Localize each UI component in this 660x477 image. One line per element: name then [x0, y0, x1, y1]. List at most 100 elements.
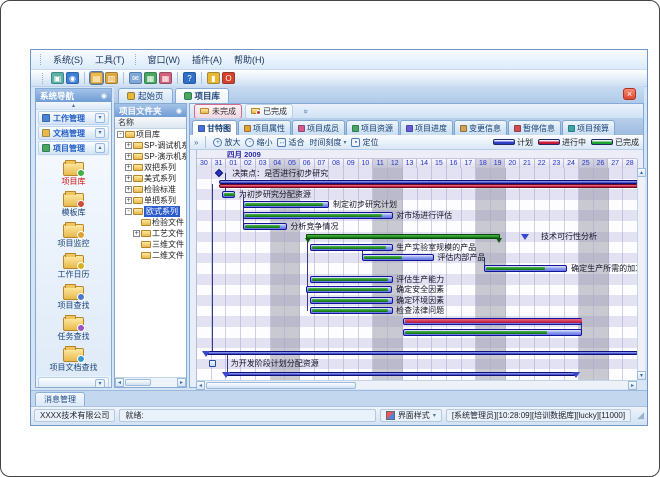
scroll-right-icon[interactable]: ▸: [628, 381, 637, 390]
gantt-phase-bar[interactable]: [306, 234, 500, 239]
gantt-task-bar[interactable]: [222, 191, 235, 198]
menu-item-3[interactable]: 插件(A): [186, 51, 228, 68]
gantt-rollup-bar[interactable]: [206, 351, 638, 355]
toolbar-globe-icon[interactable]: ◉: [66, 72, 79, 84]
menu-item-1[interactable]: 工具(T): [89, 51, 131, 68]
chevron-down-icon[interactable]: ▾: [95, 128, 105, 138]
menu-item-0[interactable]: 系统(S): [47, 51, 89, 68]
tab-project-budget[interactable]: 项目预算: [562, 120, 615, 135]
tree-horizontal-scrollbar[interactable]: ◂ ▸: [115, 377, 186, 387]
sidebar-item-template-library[interactable]: 模板库: [36, 190, 111, 221]
expand-icon[interactable]: +: [125, 175, 132, 182]
chevron-down-icon[interactable]: ▾: [95, 113, 105, 123]
sidebar-item-project-search[interactable]: 项目查找: [36, 283, 111, 314]
tree-node[interactable]: +美式系列: [115, 173, 186, 184]
tree-node[interactable]: +SP-调试机系: [115, 140, 186, 151]
expand-icon[interactable]: +: [125, 186, 132, 193]
gantt-task-bar[interactable]: [310, 244, 392, 251]
gantt-task-bar[interactable]: [310, 297, 392, 304]
scroll-right-icon[interactable]: ▸: [177, 378, 186, 387]
gantt-task-bar[interactable]: [306, 286, 393, 293]
gantt-task-bar[interactable]: [243, 201, 330, 208]
pin-icon[interactable]: ◉: [101, 92, 107, 100]
tree-node[interactable]: 三维文件: [115, 239, 186, 250]
toolbar-help-icon[interactable]: ?: [183, 72, 196, 84]
gantt-task-bar[interactable]: [362, 254, 434, 261]
tree-node[interactable]: +双把系列: [115, 162, 186, 173]
gantt-rollup-bar[interactable]: [226, 372, 576, 376]
toolbar-folder-open-icon[interactable]: ▤: [90, 72, 103, 84]
gantt-task-bar[interactable]: [243, 212, 393, 219]
expand-icon[interactable]: +: [125, 142, 132, 149]
pin-icon[interactable]: ◉: [176, 107, 182, 115]
gantt-task-bar[interactable]: [484, 265, 568, 272]
toolbar-lock-icon[interactable]: ▮: [207, 72, 220, 84]
gantt-pentagon-milestone[interactable]: [521, 234, 529, 240]
sidebar-item-work-calendar[interactable]: 工作日历: [36, 252, 111, 283]
tab-home[interactable]: 起始页: [118, 88, 173, 103]
menu-item-4[interactable]: 帮助(H): [228, 51, 271, 68]
gantt-horizontal-scrollbar[interactable]: ◂ ▸: [196, 380, 637, 389]
filter-unfinished-button[interactable]: 未完成: [194, 104, 242, 119]
tab-project-progress[interactable]: 项目进度: [400, 120, 453, 135]
tree-node[interactable]: -欧式系列: [115, 206, 186, 217]
collapse-icon[interactable]: -: [117, 131, 124, 138]
chevron-down-icon[interactable]: ▾: [95, 379, 105, 388]
scrollbar-thumb[interactable]: [125, 379, 151, 386]
gantt-task-bar[interactable]: [243, 223, 287, 230]
gantt-node[interactable]: [209, 360, 216, 367]
expand-icon[interactable]: +: [133, 230, 140, 237]
sidebar-item-project-monitor[interactable]: 项目监控: [36, 221, 111, 252]
scroll-up-icon[interactable]: ▴: [637, 168, 646, 177]
sidebar-item-project-library[interactable]: 项目库: [36, 159, 111, 190]
toolbar-exit-icon[interactable]: O: [222, 72, 235, 84]
time-scale-button[interactable]: 时间刻度▾: [309, 137, 346, 148]
toolbar-grid-red-icon[interactable]: ▦: [159, 72, 172, 84]
menu-item-2[interactable]: 窗口(W): [142, 51, 187, 68]
tree-node[interactable]: -项目库: [115, 129, 186, 140]
fit-button[interactable]: ↔适合: [277, 137, 304, 148]
nav-group-clipped[interactable]: ▾: [38, 377, 109, 388]
sidebar-item-project-doc-search[interactable]: 项目文档查找: [36, 345, 111, 376]
scroll-left-icon[interactable]: ◂: [115, 378, 124, 387]
expand-icon[interactable]: +: [125, 197, 132, 204]
scroll-left-icon[interactable]: ◂: [196, 381, 205, 390]
ui-style-button[interactable]: 界面样式 ▾: [380, 409, 442, 422]
gantt-task-bar[interactable]: [310, 276, 392, 283]
tree-node[interactable]: 检验文件: [115, 217, 186, 228]
tab-gantt-chart[interactable]: 甘特图: [192, 120, 237, 135]
more-options-chevron-icon[interactable]: »: [302, 109, 311, 113]
tree-node[interactable]: +工艺文件: [115, 228, 186, 239]
nav-group-document-management[interactable]: 文档管理▾: [38, 126, 109, 140]
tree-column-header[interactable]: 名称: [115, 117, 186, 129]
tree-node[interactable]: 二维文件: [115, 250, 186, 261]
gantt-summary-plan-bar[interactable]: [219, 180, 638, 184]
toolbar-overflow-chevron[interactable]: »: [194, 138, 198, 147]
scrollbar-thumb[interactable]: [206, 382, 356, 389]
collapse-icon[interactable]: -: [125, 208, 132, 215]
zoom-out-button[interactable]: -缩小: [245, 137, 272, 148]
resize-grip-icon[interactable]: ◢: [637, 410, 644, 421]
nav-group-work-management[interactable]: 工作管理▾: [38, 111, 109, 125]
tab-project-members[interactable]: 项目成员: [292, 120, 345, 135]
tab-message-management[interactable]: 消息管理: [35, 392, 85, 406]
tree-node[interactable]: +SP-演示机系: [115, 151, 186, 162]
expand-icon[interactable]: +: [125, 153, 132, 160]
toolbar-grid-green-icon[interactable]: ▦: [144, 72, 157, 84]
close-icon[interactable]: ×: [623, 88, 636, 100]
tree-node[interactable]: +检验标准: [115, 184, 186, 195]
toolbar-mail-icon[interactable]: ✉: [129, 72, 142, 84]
tree-node[interactable]: +单把系列: [115, 195, 186, 206]
toolbar-folder-tree-icon[interactable]: ▥: [105, 72, 118, 84]
zoom-in-button[interactable]: +放大: [213, 137, 240, 148]
gantt-task-bar[interactable]: [310, 307, 392, 314]
tab-change-info[interactable]: 变更信息: [454, 120, 507, 135]
nav-group-project-management[interactable]: 项目管理▴: [38, 141, 109, 155]
tab-project-library[interactable]: 项目库: [175, 88, 230, 103]
gantt-summary-actual-bar[interactable]: [219, 184, 638, 188]
filter-finished-button[interactable]: 已完成: [245, 104, 293, 119]
sidebar-item-task-search[interactable]: 任务查找: [36, 314, 111, 345]
tab-project-properties[interactable]: 项目属性: [238, 120, 291, 135]
tab-project-resources[interactable]: 项目资源: [346, 120, 399, 135]
toolbar-app-icon[interactable]: ▣: [51, 72, 64, 84]
